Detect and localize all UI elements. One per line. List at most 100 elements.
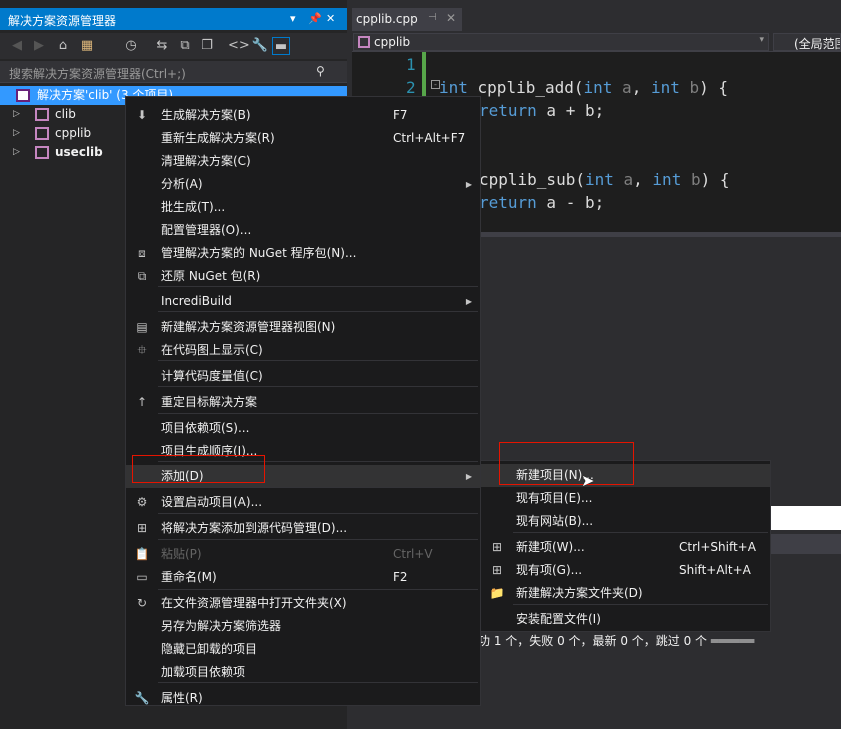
menu-item-label: 隐藏已卸载的项目: [161, 642, 258, 656]
close-icon[interactable]: ✕: [446, 11, 456, 25]
submenu-item[interactable]: ⊞ 新建项(W)... Ctrl+Shift+A: [481, 536, 770, 559]
project-icon: [35, 127, 49, 140]
mouse-cursor: ➤: [581, 471, 595, 490]
context-menu-item[interactable]: 清理解决方案(C): [126, 150, 480, 173]
pin-icon[interactable]: 📌: [308, 12, 322, 25]
switch-views-icon[interactable]: ▦: [78, 37, 96, 55]
menu-item-shortcut: F7: [393, 108, 408, 122]
wrench-icon: 🔧: [134, 691, 150, 705]
code-line: int cpplib_add(int a, int b) {: [439, 78, 729, 97]
properties-wrench-icon[interactable]: 🔧: [251, 37, 269, 55]
menu-separator: [513, 604, 768, 605]
context-menu-item[interactable]: IncrediBuild ▶: [126, 290, 480, 313]
refresh-icon: ↻: [136, 596, 148, 610]
view-code-icon[interactable]: <>: [228, 37, 250, 55]
restore-icon: ⧉: [137, 269, 147, 283]
context-menu-item[interactable]: ⚙ 设置启动项目(A)...: [126, 491, 480, 514]
menu-item-label: 新建项(W)...: [516, 540, 585, 554]
dropdown-icon[interactable]: ▾: [290, 12, 296, 25]
scope-dropdown[interactable]: (全局范围: [773, 33, 841, 51]
menu-item-label: 在代码图上显示(C): [161, 343, 263, 357]
pending-changes-icon[interactable]: ◷: [122, 37, 140, 55]
menu-item-label: 计算代码度量值(C): [161, 369, 263, 383]
collapse-all-icon[interactable]: ⧉: [176, 37, 194, 55]
context-menu-item[interactable]: 批生成(T)...: [126, 196, 480, 219]
line-number: 1: [406, 55, 416, 74]
menu-separator: [158, 487, 478, 488]
menu-item-label: 配置管理器(O)...: [161, 223, 252, 237]
context-menu-item[interactable]: ↻ 在文件资源管理器中打开文件夹(X): [126, 592, 480, 615]
context-menu-item[interactable]: ⬇ 生成解决方案(B) F7: [126, 104, 480, 127]
context-menu-item[interactable]: 隐藏已卸载的项目: [126, 638, 480, 661]
pin-icon[interactable]: ⊣: [428, 12, 437, 23]
chevron-down-icon: ▾: [759, 35, 764, 45]
collapse-icon[interactable]: -: [431, 80, 440, 89]
project-dropdown[interactable]: cpplib ▾: [353, 33, 769, 51]
new-view-icon: ▤: [136, 320, 148, 334]
menu-separator: [158, 286, 478, 287]
code-line: return a + b;: [479, 101, 605, 120]
search-input[interactable]: 搜索解决方案资源管理器(Ctrl+;): [9, 67, 186, 81]
menu-separator: [158, 539, 478, 540]
menu-item-label: 重定目标解决方案: [161, 395, 258, 409]
search-box[interactable]: [770, 506, 841, 530]
context-menu-item[interactable]: ▭ 重命名(M) F2: [126, 566, 480, 589]
submenu-item[interactable]: 安装配置文件(I): [481, 608, 770, 631]
context-menu-item[interactable]: 重新生成解决方案(R) Ctrl+Alt+F7: [126, 127, 480, 150]
context-menu-item[interactable]: 计算代码度量值(C): [126, 365, 480, 388]
submenu-item[interactable]: 📁 新建解决方案文件夹(D): [481, 582, 770, 605]
menu-separator: [158, 682, 478, 683]
add-submenu: 新建项目(N)... 现有项目(E)... 现有网站(B)... ⊞ 新建项(W)...…: [480, 460, 771, 632]
menu-item-label: 属性(R): [161, 691, 203, 705]
forward-icon[interactable]: ▶: [30, 37, 48, 55]
context-menu-item[interactable]: 项目依赖项(S)...: [126, 417, 480, 440]
context-menu-item[interactable]: 加载项目依赖项: [126, 661, 480, 684]
paste-icon: 📋: [134, 547, 150, 561]
menu-item-label: 生成解决方案(B): [161, 108, 251, 122]
show-all-files-icon[interactable]: ❐: [198, 37, 216, 55]
menu-item-shortcut: Ctrl+Alt+F7: [393, 131, 466, 145]
sync-icon[interactable]: ⇆: [153, 37, 171, 55]
menu-item-label: 新建解决方案资源管理器视图(N): [161, 320, 336, 334]
context-menu-item[interactable]: 🔧 属性(R): [126, 687, 480, 710]
submenu-arrow-icon: ▶: [465, 472, 472, 481]
menu-item-label: 重新生成解决方案(R): [161, 131, 275, 145]
solution-explorer-search[interactable]: 搜索解决方案资源管理器(Ctrl+;) ⚲: [0, 61, 347, 83]
expand-icon[interactable]: ▷: [13, 105, 20, 124]
context-menu-item[interactable]: ⊞ 将解决方案添加到源代码管理(D)...: [126, 517, 480, 540]
retarget-icon: ↑: [136, 395, 148, 409]
expand-icon[interactable]: ▷: [13, 143, 20, 162]
new-item-icon: ⊞: [491, 540, 503, 554]
context-menu-item[interactable]: 分析(A) ▶: [126, 173, 480, 196]
context-menu-item[interactable]: ▤ 新建解决方案资源管理器视图(N): [126, 316, 480, 339]
editor-tab[interactable]: cpplib.cpp ⊣ ✕: [352, 8, 462, 31]
context-menu-item[interactable]: 另存为解决方案筛选器: [126, 615, 480, 638]
menu-separator: [158, 513, 478, 514]
close-icon[interactable]: ✕: [326, 12, 335, 25]
back-icon[interactable]: ◀: [8, 37, 26, 55]
rename-icon: ▭: [136, 570, 148, 584]
home-icon[interactable]: ⌂: [54, 37, 72, 55]
expand-icon[interactable]: ▷: [13, 124, 20, 143]
context-menu-item[interactable]: ⯐ 在代码图上显示(C): [126, 339, 480, 362]
submenu-item[interactable]: ⊞ 现有项(G)... Shift+Alt+A: [481, 559, 770, 582]
search-icon[interactable]: ⚲: [316, 64, 325, 78]
context-menu-item[interactable]: 配置管理器(O)...: [126, 219, 480, 242]
submenu-item[interactable]: 现有网站(B)...: [481, 510, 770, 533]
context-menu-item[interactable]: ⧈ 管理解决方案的 NuGet 程序包(N)...: [126, 242, 480, 265]
tree-item-label: cpplib: [55, 126, 92, 140]
menu-item-label: 粘贴(P): [161, 547, 202, 561]
nuget-icon: ⧈: [138, 246, 146, 260]
menu-item-label: 在文件资源管理器中打开文件夹(X): [161, 596, 347, 610]
scope-dropdown-value: (全局范围: [794, 37, 840, 51]
context-menu-item[interactable]: ↑ 重定目标解决方案: [126, 391, 480, 414]
context-menu-item[interactable]: ⧉ 还原 NuGet 包(R): [126, 265, 480, 288]
code-line: cpplib_sub(int a, int b) {: [479, 170, 730, 189]
project-icon: [35, 146, 49, 159]
project-dropdown-value: cpplib: [374, 35, 411, 49]
menu-item-shortcut: Ctrl+Shift+A: [679, 540, 756, 554]
menu-separator: [158, 413, 478, 414]
submenu-item[interactable]: 现有项目(E)...: [481, 487, 770, 510]
menu-item-label: 批生成(T)...: [161, 200, 226, 214]
preview-icon[interactable]: ▬: [272, 37, 290, 55]
